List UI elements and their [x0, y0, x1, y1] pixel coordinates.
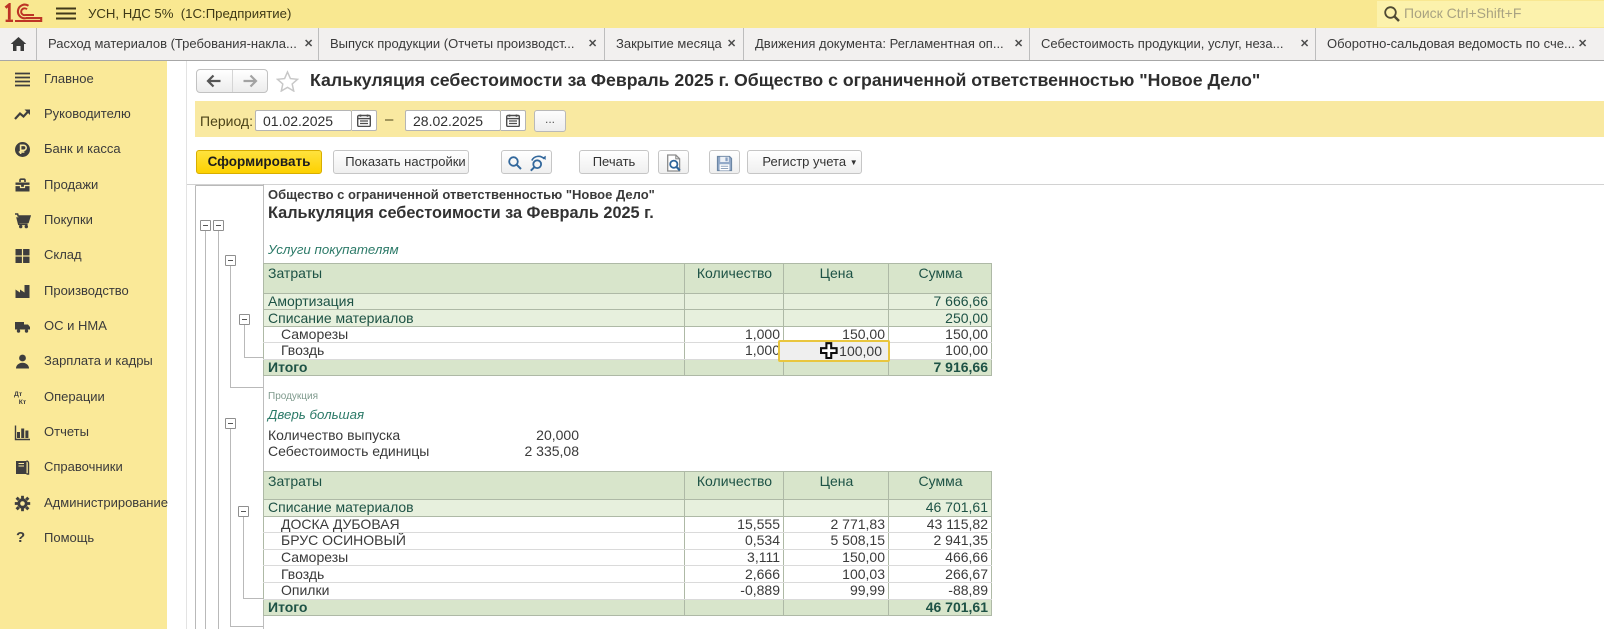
svg-text:Кт: Кт: [19, 399, 27, 406]
svg-text:Дт: Дт: [14, 391, 23, 398]
